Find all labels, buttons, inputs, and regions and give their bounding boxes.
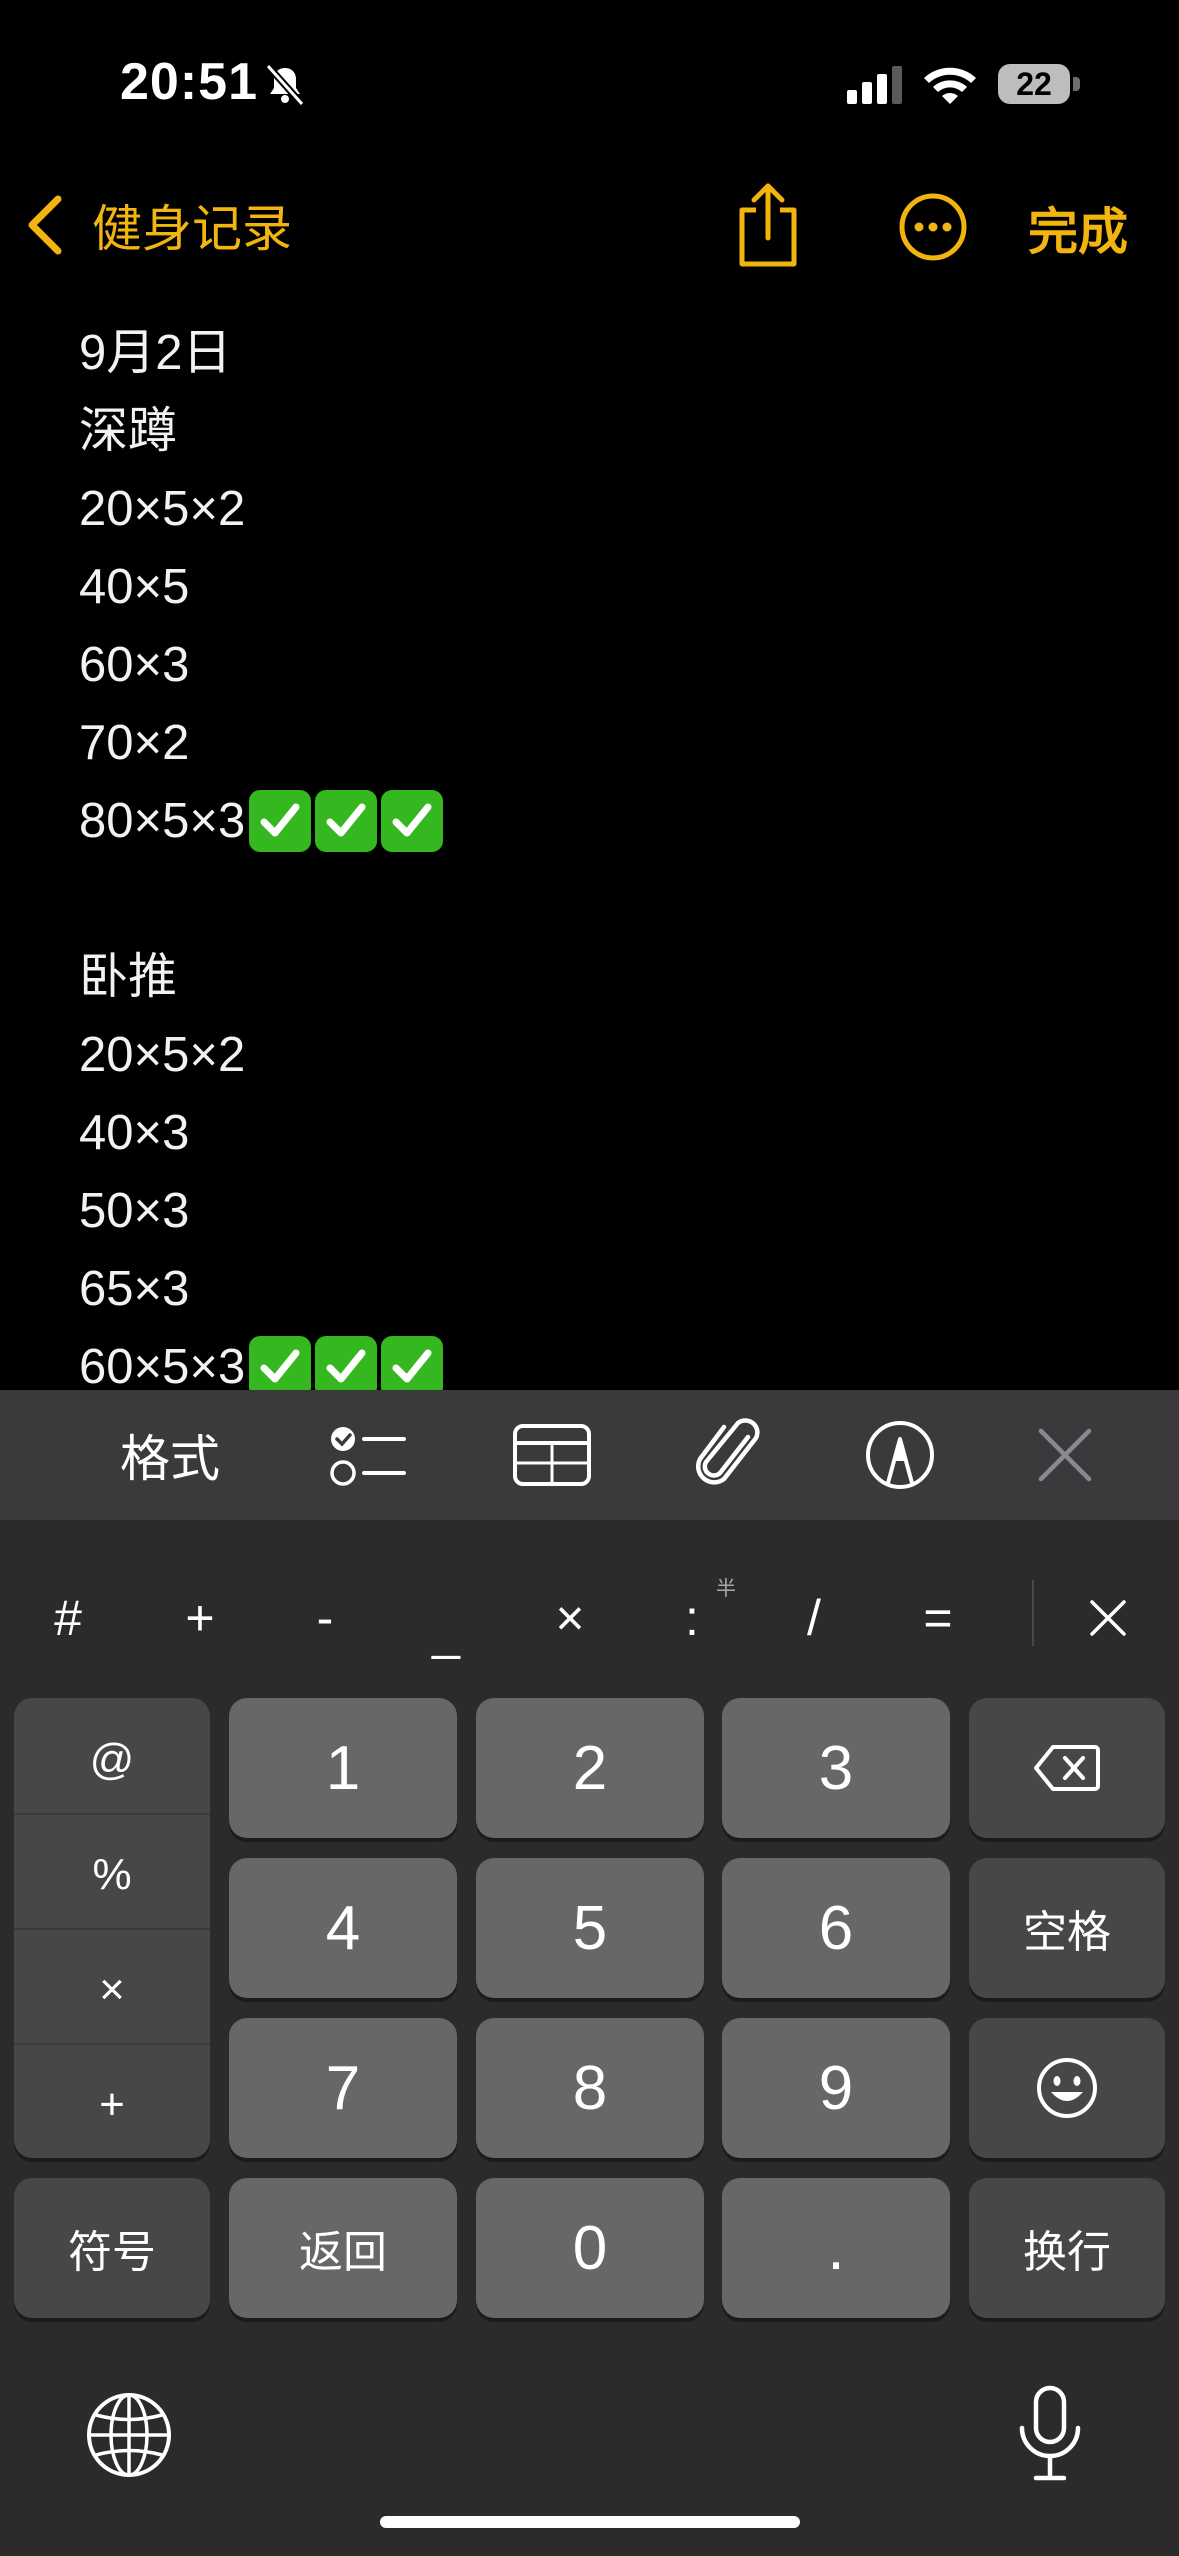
key-dot[interactable]: . [722,2178,950,2318]
note-line[interactable]: 65×3 [79,1250,1079,1328]
symbol-minus[interactable]: - [285,1578,365,1658]
battery-icon: 22 [998,60,1082,108]
close-icon [1090,1600,1126,1636]
check-mark-emoji-icon [315,790,378,852]
check-mark-emoji-icon [315,1336,378,1398]
battery-level: 22 [1016,66,1052,102]
more-icon[interactable] [898,192,968,262]
symbol-row-divider [1032,1580,1034,1646]
side-divider [14,1813,210,1815]
note-line-text: 20×5×2 [79,1028,246,1082]
space-key[interactable]: 空格 [969,1858,1165,1998]
note-line-text: 40×5 [79,560,190,614]
globe-icon[interactable] [84,2390,174,2480]
key-3[interactable]: 3 [722,1698,950,1838]
backspace-icon [1034,1745,1100,1791]
markup-button[interactable] [860,1390,940,1520]
key-9[interactable]: 9 [722,2018,950,2158]
side-key-percent[interactable]: % [14,1817,210,1932]
chevron-left-icon [28,195,62,255]
note-line[interactable]: 20×5×2 [79,1016,1079,1094]
note-line-text: 80×5×3 [79,794,246,848]
close-icon [1038,1428,1092,1482]
side-key-at[interactable]: @ [14,1702,210,1817]
note-line-text: 65×3 [79,1262,190,1316]
note-line[interactable] [79,860,1079,938]
key-1[interactable]: 1 [229,1698,457,1838]
note-line[interactable]: 深蹲 [79,392,1079,470]
symbol-equals[interactable]: = [898,1578,978,1658]
key-7[interactable]: 7 [229,2018,457,2158]
done-button[interactable]: 完成 [1028,192,1128,264]
status-time: 20:51 [120,53,258,111]
note-line[interactable]: 9月2日 [79,314,1079,392]
note-line-text: 60×3 [79,638,190,692]
symbol-plus[interactable]: + [160,1578,240,1658]
back-label: 健身记录 [92,201,292,257]
note-line[interactable]: 80×5×3 [79,782,1079,860]
table-icon [513,1424,591,1486]
emoji-icon [1037,2058,1097,2118]
paperclip-icon [696,1418,760,1485]
side-key-multiply[interactable]: × [14,1932,210,2047]
wifi-icon [924,67,976,104]
return-key[interactable]: 返回 [229,2178,457,2318]
note-line[interactable]: 40×3 [79,1094,1079,1172]
bell-slash-icon [265,63,305,107]
symbol-multiply[interactable]: × [530,1578,610,1658]
symbol-mode-key[interactable]: 符号 [14,2178,210,2318]
note-line[interactable]: 40×5 [79,548,1079,626]
back-button[interactable]: 健身记录 [22,190,292,260]
format-button[interactable]: 格式 [100,1390,240,1520]
note-line-text: 50×3 [79,1184,190,1238]
note-line[interactable]: 70×2 [79,704,1079,782]
note-line-text: 卧推 [79,950,178,1004]
cellular-icon [847,66,902,104]
note-line[interactable]: 卧推 [79,938,1079,1016]
check-mark-emoji-icon [381,790,444,852]
key-5[interactable]: 5 [476,1858,704,1998]
note-line-text: 深蹲 [79,404,178,458]
note-line-text: 40×3 [79,1106,190,1160]
symbol-row-close-button[interactable] [1080,1582,1136,1654]
note-body[interactable]: 9月2日深蹲 20×5×2 40×5 60×3 70×2 80×5×3 卧推 20×5×2 40… [79,314,1079,1406]
emoji-key[interactable] [969,2018,1165,2158]
home-indicator [380,2516,800,2528]
key-4[interactable]: 4 [229,1858,457,1998]
check-mark-emoji-icon [249,790,312,852]
key-0[interactable]: 0 [476,2178,704,2318]
key-8[interactable]: 8 [476,2018,704,2158]
note-line-text: 20×5×2 [79,482,246,536]
note-line-text: 70×2 [79,716,190,770]
table-button[interactable] [500,1390,604,1520]
markup-pen-icon [866,1421,934,1489]
checklist-button[interactable] [318,1390,418,1520]
attachment-button[interactable] [686,1390,776,1520]
check-mark-emoji-icon [249,1336,312,1398]
checklist-icon [330,1427,406,1486]
symbol-underscore[interactable]: _ [406,1592,486,1672]
symbol-slash[interactable]: / [774,1578,854,1658]
colon-half-hint: 半 [716,1578,736,1600]
note-line[interactable]: 20×5×2 [79,470,1079,548]
backspace-key[interactable] [969,1698,1165,1838]
share-icon[interactable] [730,180,806,270]
newline-key[interactable]: 换行 [969,2178,1165,2318]
symbol-hash[interactable]: # [28,1578,108,1658]
note-line-text: 9月2日 [79,326,232,380]
side-key-plus[interactable]: + [14,2047,210,2162]
note-line[interactable]: 60×3 [79,626,1079,704]
note-line[interactable]: 50×3 [79,1172,1079,1250]
key-2[interactable]: 2 [476,1698,704,1838]
key-6[interactable]: 6 [722,1858,950,1998]
side-divider [14,2043,210,2045]
close-toolbar-button[interactable] [1030,1390,1100,1520]
side-divider [14,1928,210,1930]
microphone-icon[interactable] [1012,2384,1088,2484]
check-mark-emoji-icon [381,1336,444,1398]
